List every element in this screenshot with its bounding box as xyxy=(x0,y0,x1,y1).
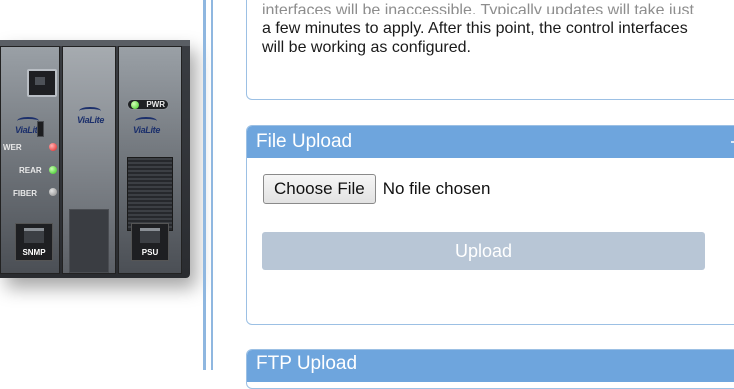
update-notice-text: interfaces will be inaccessible. Typical… xyxy=(262,2,734,57)
led-label-fiber: FIBER xyxy=(13,189,37,198)
notice-line-1: interfaces will be inaccessible. Typical… xyxy=(262,2,694,14)
snmp-port-label: SNMP xyxy=(22,248,46,257)
card-slot xyxy=(69,209,109,273)
device-chassis-image: ViaLite WER REAR FIBER SNMP ViaLite PWR … xyxy=(0,40,190,278)
power-led-red-icon xyxy=(49,143,57,151)
vent-grille xyxy=(127,157,173,231)
upload-button[interactable]: Upload xyxy=(262,232,705,270)
ftp-upload-panel: FTP Upload xyxy=(246,349,734,389)
file-upload-title: File Upload xyxy=(256,131,353,152)
ftp-upload-title: FTP Upload xyxy=(256,353,358,374)
page-divider xyxy=(203,0,215,370)
ftp-upload-header[interactable]: FTP Upload xyxy=(247,350,734,382)
file-input[interactable]: Choose File No file chosen xyxy=(263,174,490,204)
file-status-text: No file chosen xyxy=(382,179,491,198)
pwr-indicator: PWR xyxy=(127,99,169,110)
psu-port-label: PSU xyxy=(141,248,159,257)
blank-card: ViaLite xyxy=(62,46,116,274)
file-upload-panel: File Upload Choose File No file chosen U… xyxy=(246,125,734,325)
power-card: PWR ViaLite PSU xyxy=(118,46,182,274)
psu-port: PSU xyxy=(131,223,169,261)
pwr-label: PWR xyxy=(146,100,165,109)
led-label-power: WER xyxy=(3,143,22,152)
pwr-led-green-icon xyxy=(131,101,139,109)
rear-led-green-icon xyxy=(49,166,57,174)
interface-card: ViaLite WER REAR FIBER SNMP xyxy=(0,46,60,274)
vialite-logo: ViaLite xyxy=(133,117,160,135)
vialite-logo: ViaLite xyxy=(77,107,104,125)
file-upload-header[interactable]: File Upload xyxy=(247,126,734,158)
card-slot xyxy=(37,121,44,137)
led-label-rear: REAR xyxy=(19,166,42,175)
fiber-led-grey-icon xyxy=(49,188,57,196)
snmp-port: SNMP xyxy=(15,223,53,261)
choose-file-button[interactable]: Choose File xyxy=(263,174,376,204)
notice-line-3: will be working as configured. xyxy=(262,39,471,56)
notice-line-2: a few minutes to apply. After this point… xyxy=(262,20,688,37)
ethernet-port-icon xyxy=(27,69,57,97)
